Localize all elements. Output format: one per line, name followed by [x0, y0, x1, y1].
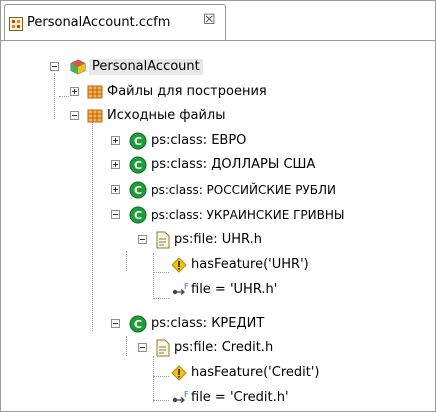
class-icon: C [129, 156, 147, 174]
svg-text:C: C [134, 209, 142, 222]
build-files-label: Файлы для построения [107, 84, 267, 99]
file-icon [155, 339, 171, 357]
feature-credit-label: hasFeature('Credit') [191, 365, 320, 380]
class-usd-label: ps:class: ДОЛЛАРЫ США [151, 157, 316, 172]
tree-node-file-credit[interactable]: ps:file: Credit.h [1, 337, 331, 359]
close-icon[interactable]: ☒ [203, 13, 216, 27]
tab-bar: PersonalAccount.ccfm ☒ [1, 1, 435, 41]
assign-uhr-label: file = 'UHR.h' [191, 282, 278, 297]
tab-title: PersonalAccount.ccfm [27, 15, 171, 30]
svg-text:C: C [134, 159, 142, 172]
tree-node-class-usd[interactable]: C ps:class: ДОЛЛАРЫ США [1, 154, 331, 176]
tree-node-class-credit[interactable]: C ps:class: КРЕДИТ [1, 313, 331, 335]
svg-text:C: C [134, 135, 142, 148]
class-uah-label: ps:class: УКРАИНСКИЕ ГРИВНЫ [151, 208, 345, 222]
expand-toggle[interactable] [111, 185, 120, 194]
model-file-icon [9, 17, 23, 31]
tree-node-source-files[interactable]: Исходные файлы [1, 105, 321, 127]
tree-node-class-rub[interactable]: C ps:class: РОССИЙСКИЕ РУБЛИ [1, 179, 431, 201]
source-files-label: Исходные файлы [107, 108, 226, 123]
class-icon: C [129, 132, 147, 150]
expand-toggle[interactable] [70, 87, 79, 96]
expand-toggle[interactable] [111, 160, 120, 169]
file-icon [155, 231, 171, 249]
assign-credit-label: file = 'Credit.h' [191, 390, 289, 405]
editor-panel: PersonalAccount.ccfm ☒ PersonalAccount Ф… [0, 0, 436, 412]
class-credit-label: ps:class: КРЕДИТ [151, 316, 265, 331]
collapse-toggle[interactable] [111, 319, 120, 328]
collapse-toggle[interactable] [138, 343, 147, 352]
collapse-toggle[interactable] [111, 210, 120, 219]
feature-uhr-label: hasFeature('UHR') [191, 257, 309, 272]
tree-node-assign-uhr[interactable]: F file = 'UHR.h' [1, 279, 331, 301]
assignment-icon: F [171, 282, 189, 298]
svg-text:F: F [184, 390, 189, 399]
assignment-icon: F [171, 390, 189, 406]
svg-text:C: C [134, 184, 142, 197]
file-credit-label: ps:file: Credit.h [174, 340, 274, 355]
collapse-toggle[interactable] [138, 235, 147, 244]
class-icon: C [129, 315, 147, 333]
warning-icon [171, 365, 187, 381]
root-label: PersonalAccount [89, 59, 203, 75]
collapse-toggle[interactable] [70, 111, 79, 120]
folder-icon [87, 108, 103, 124]
file-uhr-label: ps:file: UHR.h [174, 232, 262, 247]
svg-text:C: C [134, 318, 142, 331]
folder-icon [87, 84, 103, 100]
class-icon: C [129, 181, 147, 199]
feature-model-icon [69, 59, 87, 75]
tree-node-assign-credit[interactable]: F file = 'Credit.h' [1, 387, 331, 409]
tab-personalaccount[interactable]: PersonalAccount.ccfm ☒ [4, 4, 226, 41]
tree-node-feature-credit[interactable]: hasFeature('Credit') [1, 362, 331, 384]
class-icon: C [129, 206, 147, 224]
expand-toggle[interactable] [111, 136, 120, 145]
collapse-toggle[interactable] [50, 62, 59, 71]
svg-text:F: F [184, 282, 189, 291]
tree-node-class-uah[interactable]: C ps:class: УКРАИНСКИЕ ГРИВНЫ [1, 204, 431, 226]
class-rub-label: ps:class: РОССИЙСКИЕ РУБЛИ [151, 183, 337, 197]
tree-node-build-files[interactable]: Файлы для построения [1, 81, 321, 103]
tree-node-root[interactable]: PersonalAccount [1, 56, 301, 78]
class-euro-label: ps:class: ЕВРО [151, 133, 247, 148]
warning-icon [171, 257, 187, 273]
tree-node-feature-uhr[interactable]: hasFeature('UHR') [1, 254, 331, 276]
tree-node-class-euro[interactable]: C ps:class: ЕВРО [1, 130, 331, 152]
tab-underline [1, 40, 435, 41]
tree-node-file-uhr[interactable]: ps:file: UHR.h [1, 229, 331, 251]
